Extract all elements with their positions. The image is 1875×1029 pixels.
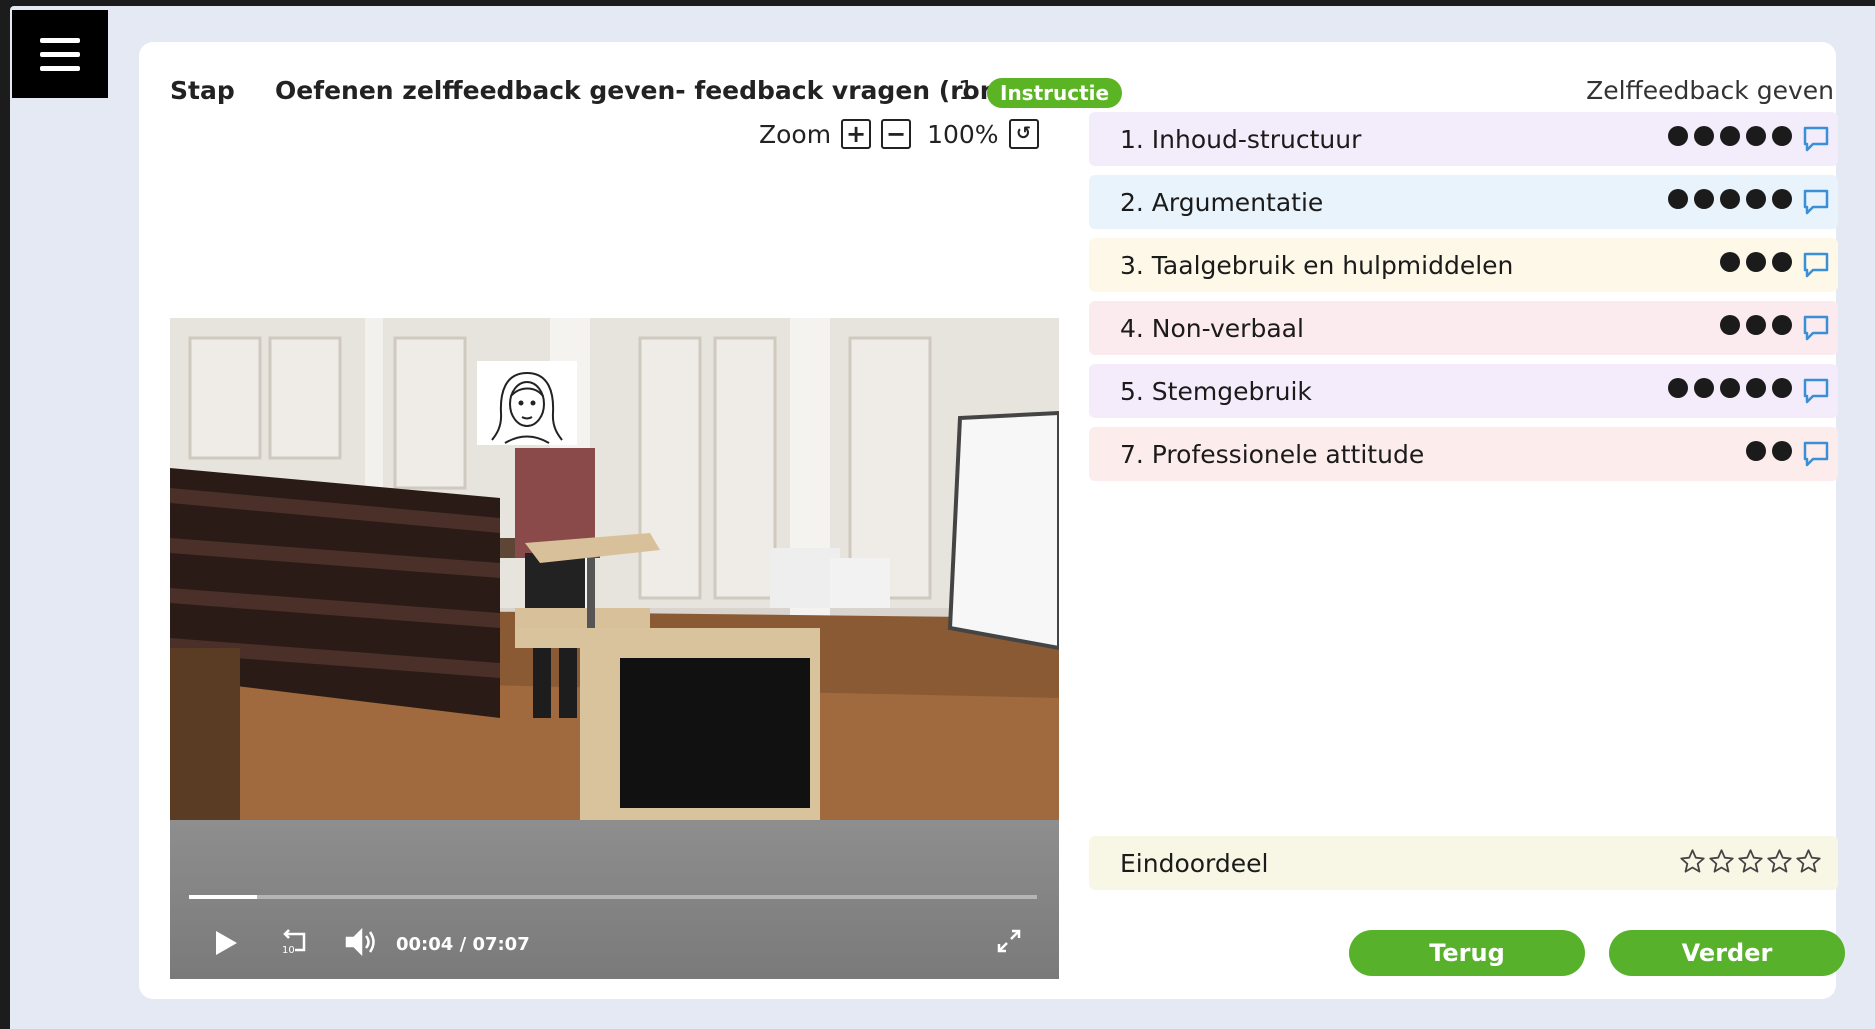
criterion-score-dots xyxy=(1720,315,1792,335)
video-progress-bar[interactable] xyxy=(189,895,1037,899)
score-dot xyxy=(1746,441,1766,461)
time-separator: / xyxy=(459,934,467,955)
criterion-label: 2. Argumentatie xyxy=(1120,188,1324,217)
criterion-score-dots xyxy=(1668,189,1792,209)
score-dot xyxy=(1720,315,1740,335)
zoom-value: 100% xyxy=(927,119,999,149)
star-icon[interactable] xyxy=(1679,848,1706,875)
zoom-out-button[interactable]: − xyxy=(881,119,912,149)
hamburger-menu-icon[interactable] xyxy=(12,10,108,98)
final-judgement-row: Eindoordeel xyxy=(1089,836,1838,890)
score-dot xyxy=(1720,252,1740,272)
criterion-score-dots xyxy=(1668,126,1792,146)
comment-icon[interactable] xyxy=(1802,377,1830,405)
star-icon[interactable] xyxy=(1795,848,1822,875)
video-time: 00:04 / 07:07 xyxy=(396,934,530,955)
score-dot xyxy=(1772,189,1792,209)
step-label: Stap xyxy=(170,76,235,105)
criterion-row[interactable]: 3. Taalgebruik en hulpmiddelen xyxy=(1089,238,1838,292)
criterion-row[interactable]: 2. Argumentatie xyxy=(1089,175,1838,229)
score-dot xyxy=(1668,126,1688,146)
score-dot xyxy=(1694,189,1714,209)
zoom-controls: Zoom + − 100% ↺ xyxy=(759,114,1039,154)
svg-text:10: 10 xyxy=(282,945,295,956)
criterion-label: 7. Professionele attitude xyxy=(1120,440,1425,469)
star-rating[interactable] xyxy=(1679,848,1822,875)
score-dot xyxy=(1694,126,1714,146)
comment-icon[interactable] xyxy=(1802,188,1830,216)
criterion-row[interactable]: 5. Stemgebruik xyxy=(1089,364,1838,418)
criterion-label: 1. Inhoud-structuur xyxy=(1120,125,1362,154)
score-dot xyxy=(1720,189,1740,209)
play-icon[interactable] xyxy=(212,928,240,958)
instruction-badge[interactable]: Instructie xyxy=(987,78,1123,108)
star-icon[interactable] xyxy=(1737,848,1764,875)
star-icon[interactable] xyxy=(1766,848,1793,875)
video-frame xyxy=(170,318,1059,820)
comment-icon[interactable] xyxy=(1802,251,1830,279)
criterion-score-dots xyxy=(1746,441,1792,461)
criterion-score-dots xyxy=(1720,252,1792,272)
score-dot xyxy=(1668,189,1688,209)
comment-icon[interactable] xyxy=(1802,125,1830,153)
main-panel: Stap Oefenen zelffeedback geven- feedbac… xyxy=(139,42,1845,999)
next-button[interactable]: Verder xyxy=(1609,930,1845,976)
score-dot xyxy=(1746,189,1766,209)
score-dot xyxy=(1694,378,1714,398)
comment-icon[interactable] xyxy=(1802,440,1830,468)
zoom-label: Zoom xyxy=(759,119,832,149)
score-dot xyxy=(1720,126,1740,146)
score-dot xyxy=(1668,378,1688,398)
zoom-in-button[interactable]: + xyxy=(841,119,872,149)
criterion-row[interactable]: 7. Professionele attitude xyxy=(1089,427,1838,481)
video-controls: 10 00:04 / 07:07 xyxy=(170,820,1059,979)
page-title: Oefenen zelffeedback geven- feedback vra… xyxy=(275,76,1033,105)
final-judgement-label: Eindoordeel xyxy=(1120,849,1269,878)
score-dot xyxy=(1720,378,1740,398)
zoom-reset-icon[interactable]: ↺ xyxy=(1008,119,1039,149)
score-dot xyxy=(1746,378,1766,398)
volume-icon[interactable] xyxy=(344,926,378,958)
video-player[interactable]: 10 00:04 / 07:07 xyxy=(170,318,1059,979)
criterion-row[interactable]: 1. Inhoud-structuur xyxy=(1089,112,1838,166)
score-dot xyxy=(1746,126,1766,146)
score-dot xyxy=(1772,252,1792,272)
score-dot xyxy=(1772,126,1792,146)
score-dot xyxy=(1746,252,1766,272)
current-time: 00:04 xyxy=(396,934,454,955)
criterion-label: 4. Non-verbaal xyxy=(1120,314,1304,343)
mode-label: Zelffeedback geven xyxy=(1586,76,1834,105)
score-dot xyxy=(1772,315,1792,335)
criterion-label: 5. Stemgebruik xyxy=(1120,377,1312,406)
score-dot xyxy=(1746,315,1766,335)
back-button[interactable]: Terug xyxy=(1349,930,1585,976)
fullscreen-icon[interactable] xyxy=(994,926,1024,956)
header: Stap Oefenen zelffeedback geven- feedbac… xyxy=(139,62,1836,110)
criteria-list: 1. Inhoud-structuur 2. Argumentatie 3. Taa… xyxy=(1089,112,1838,490)
replay-10-icon[interactable]: 10 xyxy=(278,926,310,958)
criterion-score-dots xyxy=(1668,378,1792,398)
criterion-label: 3. Taalgebruik en hulpmiddelen xyxy=(1120,251,1514,280)
score-dot xyxy=(1772,378,1792,398)
duration: 07:07 xyxy=(472,934,530,955)
star-icon[interactable] xyxy=(1708,848,1735,875)
criterion-row[interactable]: 4. Non-verbaal xyxy=(1089,301,1838,355)
round-number: 1 xyxy=(958,76,975,106)
score-dot xyxy=(1772,441,1792,461)
video-progress-fill xyxy=(189,895,257,899)
comment-icon[interactable] xyxy=(1802,314,1830,342)
